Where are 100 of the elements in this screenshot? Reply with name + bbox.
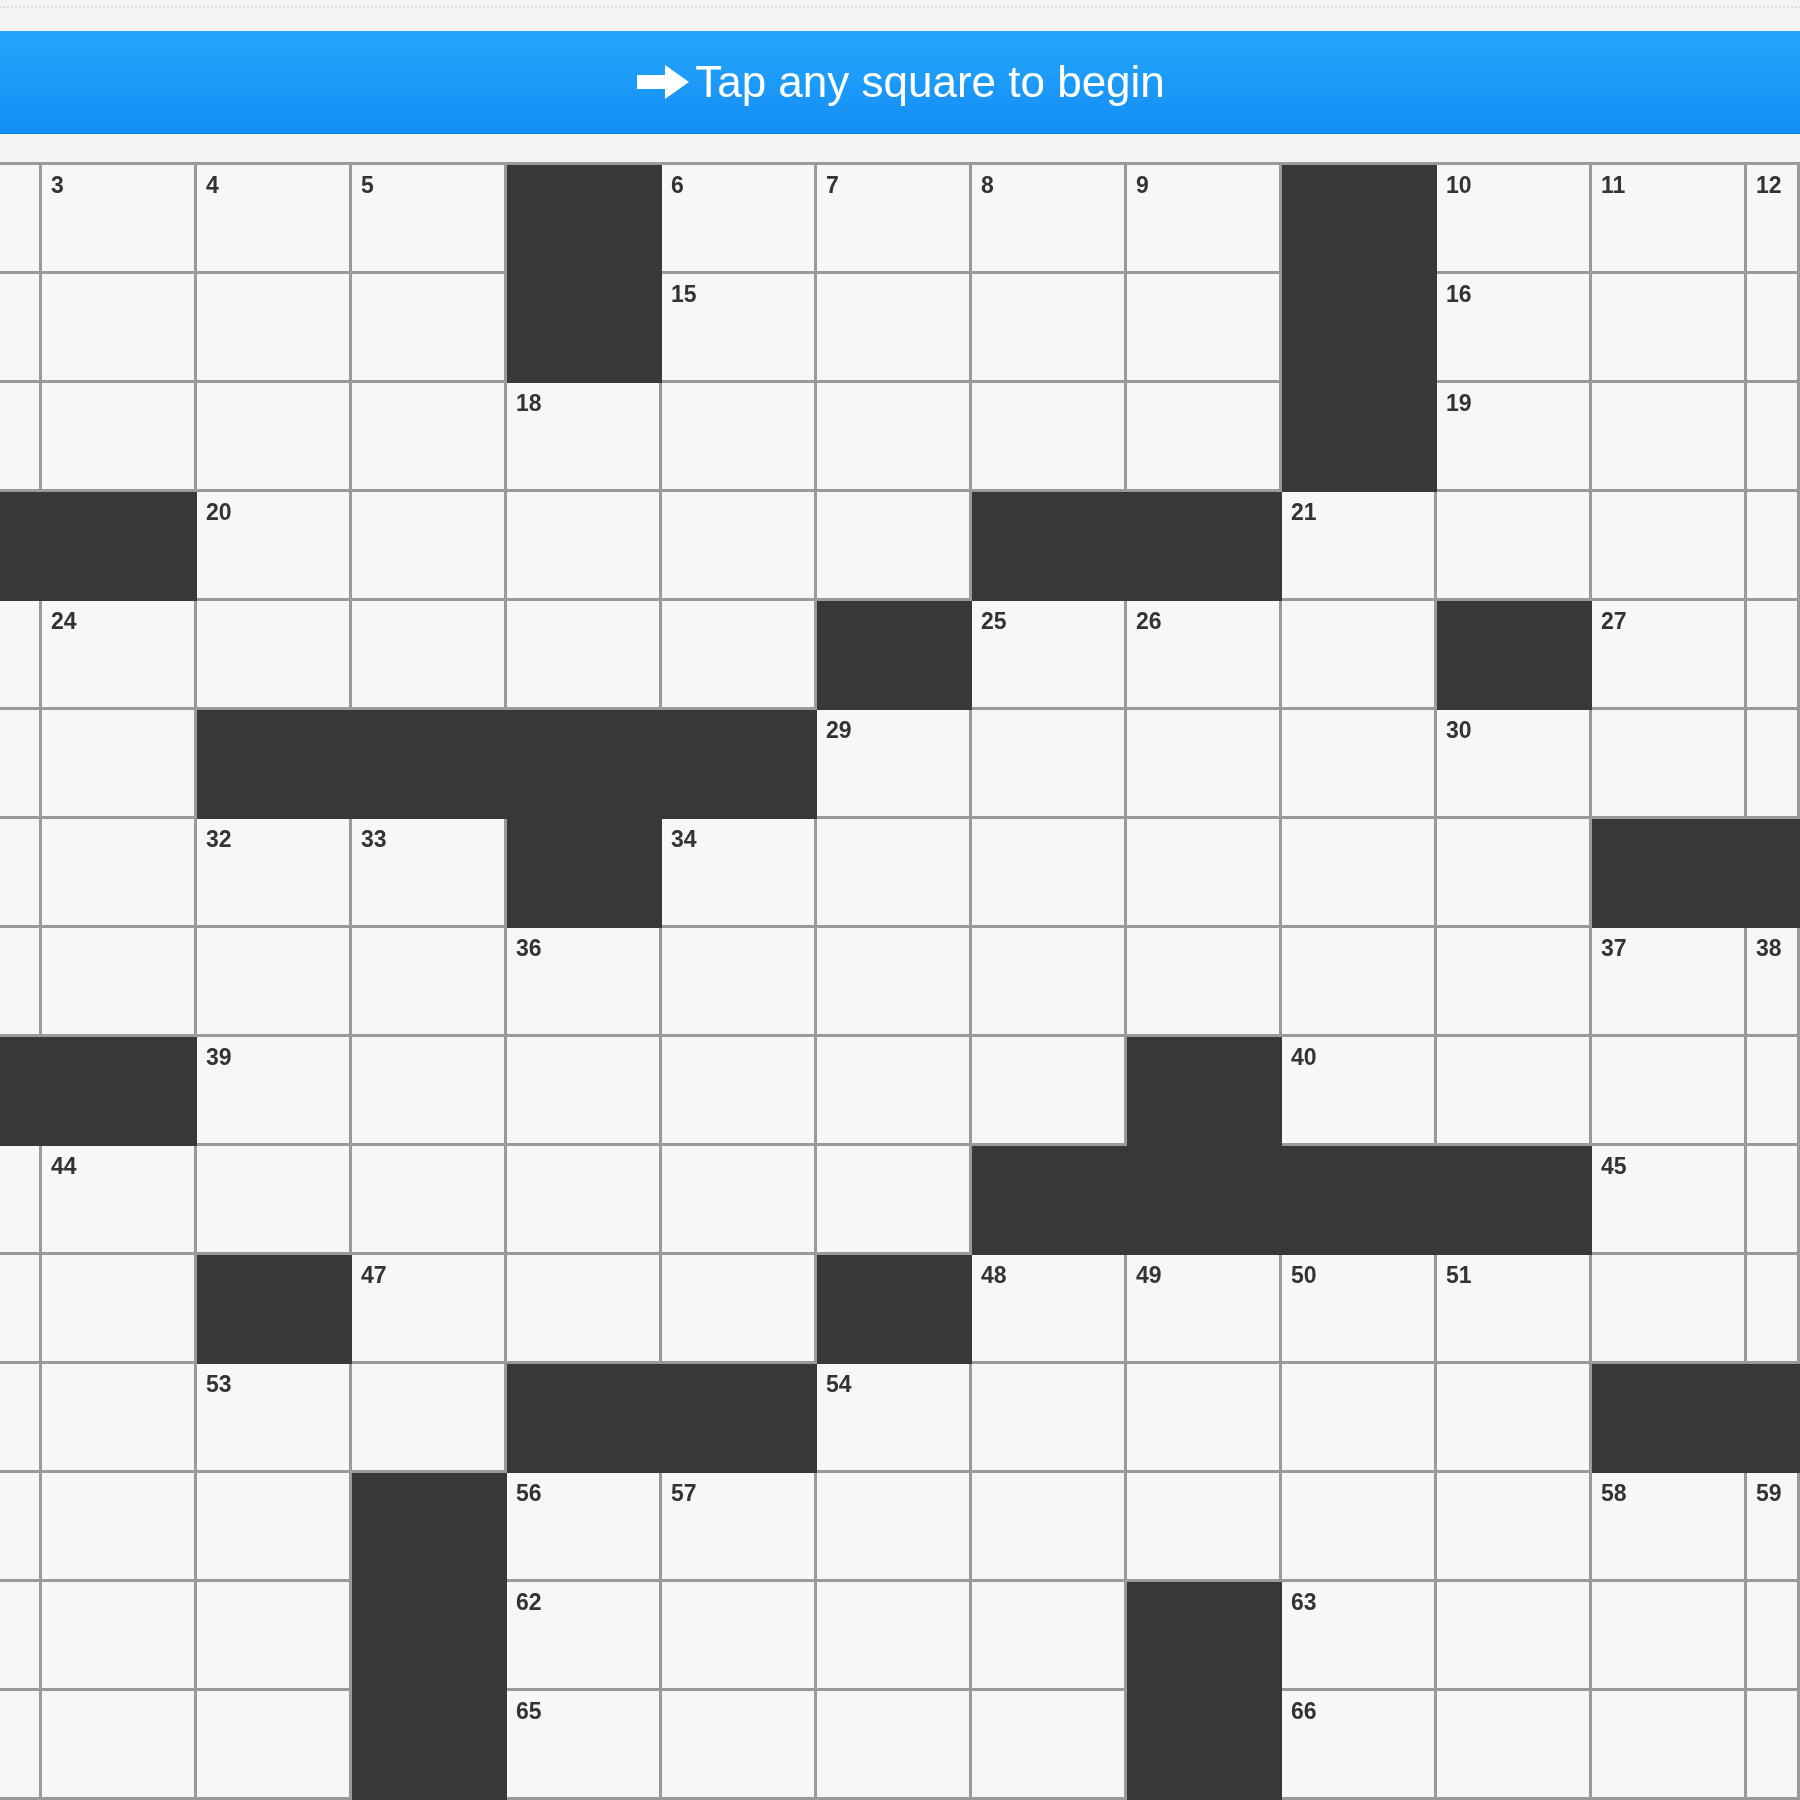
- grid-square[interactable]: [1127, 928, 1282, 1037]
- grid-square[interactable]: 5: [352, 165, 507, 274]
- grid-square[interactable]: [662, 928, 817, 1037]
- grid-square[interactable]: [197, 1146, 352, 1255]
- grid-square[interactable]: 39: [197, 1037, 352, 1146]
- grid-square[interactable]: 58: [1592, 1473, 1747, 1582]
- grid-square[interactable]: 19: [1437, 383, 1592, 492]
- grid-square[interactable]: [1747, 1146, 1800, 1255]
- grid-square[interactable]: [0, 601, 42, 710]
- grid-square[interactable]: 51: [1437, 1255, 1592, 1364]
- grid-square[interactable]: [42, 710, 197, 819]
- grid-square[interactable]: [817, 383, 972, 492]
- grid-square[interactable]: 49: [1127, 1255, 1282, 1364]
- grid-square[interactable]: 7: [817, 165, 972, 274]
- grid-square[interactable]: [42, 383, 197, 492]
- grid-square[interactable]: [972, 819, 1127, 928]
- grid-square[interactable]: [1592, 383, 1747, 492]
- grid-square[interactable]: [1747, 1255, 1800, 1364]
- grid-square[interactable]: [507, 1255, 662, 1364]
- grid-square[interactable]: 36: [507, 928, 662, 1037]
- grid-square[interactable]: [197, 383, 352, 492]
- grid-square[interactable]: [352, 928, 507, 1037]
- grid-square[interactable]: [1437, 1037, 1592, 1146]
- grid-square[interactable]: [662, 1037, 817, 1146]
- grid-square[interactable]: [1437, 1364, 1592, 1473]
- grid-square[interactable]: [662, 383, 817, 492]
- grid-square[interactable]: 48: [972, 1255, 1127, 1364]
- grid-square[interactable]: [817, 1473, 972, 1582]
- grid-square[interactable]: [42, 274, 197, 383]
- grid-square[interactable]: [42, 928, 197, 1037]
- grid-square[interactable]: 27: [1592, 601, 1747, 710]
- grid-square[interactable]: [197, 1473, 352, 1582]
- grid-square[interactable]: [352, 492, 507, 601]
- grid-square[interactable]: 26: [1127, 601, 1282, 710]
- grid-square[interactable]: [1747, 710, 1800, 819]
- grid-square[interactable]: [507, 1037, 662, 1146]
- grid-square[interactable]: [0, 1364, 42, 1473]
- grid-square[interactable]: 8: [972, 165, 1127, 274]
- grid-square[interactable]: [1747, 1582, 1800, 1691]
- grid-square[interactable]: 63: [1282, 1582, 1437, 1691]
- grid-square[interactable]: [972, 1582, 1127, 1691]
- grid-square[interactable]: [817, 1582, 972, 1691]
- grid-square[interactable]: [197, 601, 352, 710]
- grid-square[interactable]: [0, 383, 42, 492]
- grid-square[interactable]: [1592, 492, 1747, 601]
- grid-square[interactable]: [0, 1255, 42, 1364]
- grid-square[interactable]: [0, 274, 42, 383]
- grid-square[interactable]: 34: [662, 819, 817, 928]
- grid-square[interactable]: 15: [662, 274, 817, 383]
- grid-square[interactable]: [0, 819, 42, 928]
- grid-square[interactable]: 65: [507, 1691, 662, 1800]
- grid-square[interactable]: [1282, 1473, 1437, 1582]
- grid-square[interactable]: [42, 1364, 197, 1473]
- grid-square[interactable]: [352, 1364, 507, 1473]
- grid-square[interactable]: [1282, 601, 1437, 710]
- grid-square[interactable]: 12: [1747, 165, 1800, 274]
- grid-square[interactable]: [1747, 1037, 1800, 1146]
- grid-square[interactable]: [1437, 492, 1592, 601]
- grid-square[interactable]: [1127, 710, 1282, 819]
- grid-square[interactable]: [1592, 274, 1747, 383]
- grid-square[interactable]: [352, 1037, 507, 1146]
- grid-square[interactable]: [817, 492, 972, 601]
- grid-square[interactable]: [1282, 819, 1437, 928]
- grid-square[interactable]: [507, 492, 662, 601]
- grid-square[interactable]: [1282, 928, 1437, 1037]
- grid-square[interactable]: [972, 1037, 1127, 1146]
- grid-square[interactable]: 37: [1592, 928, 1747, 1037]
- grid-square[interactable]: 59: [1747, 1473, 1800, 1582]
- grid-square[interactable]: [1592, 1582, 1747, 1691]
- grid-square[interactable]: [1127, 1364, 1282, 1473]
- grid-square[interactable]: [972, 1473, 1127, 1582]
- grid-square[interactable]: [0, 165, 42, 274]
- grid-square[interactable]: 54: [817, 1364, 972, 1473]
- grid-square[interactable]: [1127, 383, 1282, 492]
- grid-square[interactable]: 20: [197, 492, 352, 601]
- grid-square[interactable]: [1747, 492, 1800, 601]
- grid-square[interactable]: 25: [972, 601, 1127, 710]
- grid-square[interactable]: [1747, 383, 1800, 492]
- grid-square[interactable]: [1437, 928, 1592, 1037]
- grid-square[interactable]: 4: [197, 165, 352, 274]
- grid-square[interactable]: [1747, 601, 1800, 710]
- grid-square[interactable]: [197, 928, 352, 1037]
- grid-square[interactable]: 3: [42, 165, 197, 274]
- grid-square[interactable]: 38: [1747, 928, 1800, 1037]
- grid-square[interactable]: 30: [1437, 710, 1592, 819]
- grid-square[interactable]: [352, 274, 507, 383]
- grid-square[interactable]: 10: [1437, 165, 1592, 274]
- grid-square[interactable]: [507, 601, 662, 710]
- grid-square[interactable]: [1437, 819, 1592, 928]
- grid-square[interactable]: 29: [817, 710, 972, 819]
- grid-square[interactable]: [1127, 1473, 1282, 1582]
- grid-square[interactable]: [972, 710, 1127, 819]
- grid-square[interactable]: [42, 1255, 197, 1364]
- grid-square[interactable]: 6: [662, 165, 817, 274]
- grid-square[interactable]: [42, 1691, 197, 1800]
- grid-square[interactable]: [1437, 1582, 1592, 1691]
- grid-square[interactable]: 40: [1282, 1037, 1437, 1146]
- grid-square[interactable]: [0, 928, 42, 1037]
- grid-square[interactable]: [352, 383, 507, 492]
- grid-square[interactable]: [972, 928, 1127, 1037]
